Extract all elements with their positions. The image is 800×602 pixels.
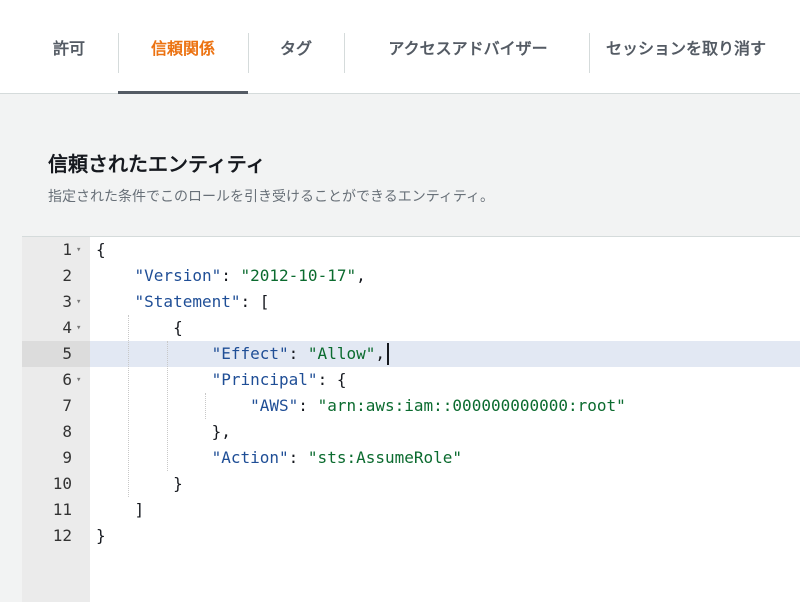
line-number-text: 5: [62, 344, 72, 363]
line-number: 10: [22, 471, 90, 497]
code-text: ]: [96, 497, 145, 523]
line-number-text: 8: [62, 422, 72, 441]
code-line[interactable]: 5 "Effect": "Allow",: [22, 341, 800, 367]
json-punctuation: ]: [96, 500, 145, 519]
indent-guide: [205, 393, 207, 419]
code-line[interactable]: 2 "Version": "2012-10-17",: [22, 263, 800, 289]
indent-guide: [166, 341, 168, 471]
tab-revoke-sessions[interactable]: セッションを取り消す: [606, 0, 800, 93]
fold-arrow-icon[interactable]: ▾: [76, 367, 81, 393]
json-punctuation: }: [96, 526, 106, 545]
code-line[interactable]: 8 },: [22, 419, 800, 445]
json-punctuation: ,: [375, 344, 385, 363]
line-number-text: 11: [52, 500, 72, 519]
code-text: },: [96, 419, 231, 445]
code-text: {: [96, 315, 183, 341]
json-key: "AWS": [250, 396, 299, 415]
json-key: "Action": [211, 448, 289, 467]
code-text: }: [96, 471, 183, 497]
fold-arrow-icon[interactable]: ▾: [76, 289, 81, 315]
line-number-text: 6: [62, 370, 72, 389]
json-punctuation: [96, 266, 135, 285]
json-string: "Allow": [307, 344, 376, 363]
fold-arrow-icon[interactable]: ▾: [76, 237, 81, 263]
indent-guide: [128, 315, 130, 497]
tab-access-advisor[interactable]: アクセスアドバイザー: [358, 0, 578, 93]
json-punctuation: : [: [240, 292, 270, 311]
json-key: "Version": [134, 266, 222, 285]
json-punctuation: {: [96, 240, 106, 259]
json-punctuation: [96, 370, 212, 389]
code-text: {: [96, 237, 106, 263]
tab-divider: [344, 33, 345, 73]
code-text: "AWS": "arn:aws:iam::000000000000:root": [96, 393, 626, 419]
code-line[interactable]: 9 "Action": "sts:AssumeRole": [22, 445, 800, 471]
code-text: }: [96, 523, 106, 549]
code-line[interactable]: 3 ▾ "Statement": [: [22, 289, 800, 315]
policy-code-editor[interactable]: 1 ▾{2 "Version": "2012-10-17", 3 ▾ "Stateme…: [22, 236, 800, 602]
line-number-text: 12: [52, 526, 72, 545]
line-number-text: 3: [62, 292, 72, 311]
tab-permissions[interactable]: 許可: [40, 0, 98, 93]
code-text: "Effect": "Allow",: [96, 341, 385, 367]
json-string: "sts:AssumeRole": [307, 448, 463, 467]
line-number: 9: [22, 445, 90, 471]
json-punctuation: },: [96, 422, 231, 441]
section-description: 指定された条件でこのロールを引き受けることができるエンティティ。: [48, 189, 495, 205]
code-text: "Principal": {: [96, 367, 347, 393]
line-number-text: 9: [62, 448, 72, 467]
code-line[interactable]: 12}: [22, 523, 800, 549]
tab-tags[interactable]: タグ: [260, 0, 332, 93]
tab-bar: 許可 信頼関係 タグ アクセスアドバイザー セッションを取り消す: [0, 0, 800, 94]
line-number: 2: [22, 263, 90, 289]
code-line[interactable]: 1 ▾ {: [22, 237, 800, 263]
line-number-text: 4: [62, 318, 72, 337]
json-punctuation: [96, 344, 212, 363]
section-title: 信頼されたエンティティ: [48, 152, 266, 176]
json-punctuation: :: [221, 266, 241, 285]
line-number-text: 2: [62, 266, 72, 285]
code-line[interactable]: 10 }: [22, 471, 800, 497]
tab-divider: [248, 33, 249, 73]
text-cursor: [386, 343, 389, 365]
json-punctuation: [96, 292, 135, 311]
json-key: "Statement": [134, 292, 241, 311]
line-number: 6 ▾: [22, 367, 90, 393]
line-number: 4 ▾: [22, 315, 90, 341]
json-string: "arn:aws:iam::000000000000:root": [317, 396, 626, 415]
tab-divider: [589, 33, 590, 73]
json-punctuation: :: [288, 344, 308, 363]
json-punctuation: :: [298, 396, 318, 415]
line-number: 5: [22, 341, 90, 367]
line-number-text: 7: [62, 396, 72, 415]
line-number: 8: [22, 419, 90, 445]
json-punctuation: [96, 448, 212, 467]
json-string: "2012-10-17": [240, 266, 357, 285]
json-key: "Effect": [211, 344, 289, 363]
json-punctuation: [96, 396, 250, 415]
tab-trust-relationships[interactable]: 信頼関係: [118, 0, 248, 94]
json-punctuation: :: [288, 448, 308, 467]
code-line[interactable]: 11 ]: [22, 497, 800, 523]
line-number: 11: [22, 497, 90, 523]
code-line[interactable]: 7 "AWS": "arn:aws:iam::000000000000:root…: [22, 393, 800, 419]
fold-arrow-icon[interactable]: ▾: [76, 315, 81, 341]
code-line[interactable]: 6 ▾ "Principal": {: [22, 367, 800, 393]
json-punctuation: ,: [356, 266, 366, 285]
json-punctuation: {: [96, 318, 183, 337]
json-punctuation: : {: [317, 370, 347, 389]
line-number: 3 ▾: [22, 289, 90, 315]
code-text: "Version": "2012-10-17",: [96, 263, 366, 289]
code-line[interactable]: 4 ▾ {: [22, 315, 800, 341]
line-number: 1 ▾: [22, 237, 90, 263]
json-key: "Principal": [211, 370, 318, 389]
line-number-text: 1: [62, 240, 72, 259]
code-text: "Statement": [: [96, 289, 270, 315]
code-text: "Action": "sts:AssumeRole": [96, 445, 462, 471]
json-punctuation: }: [96, 474, 183, 493]
line-number: 12: [22, 523, 90, 549]
line-number: 7: [22, 393, 90, 419]
line-number-text: 10: [52, 474, 72, 493]
code-area[interactable]: 1 ▾{2 "Version": "2012-10-17", 3 ▾ "Stateme…: [22, 237, 800, 602]
